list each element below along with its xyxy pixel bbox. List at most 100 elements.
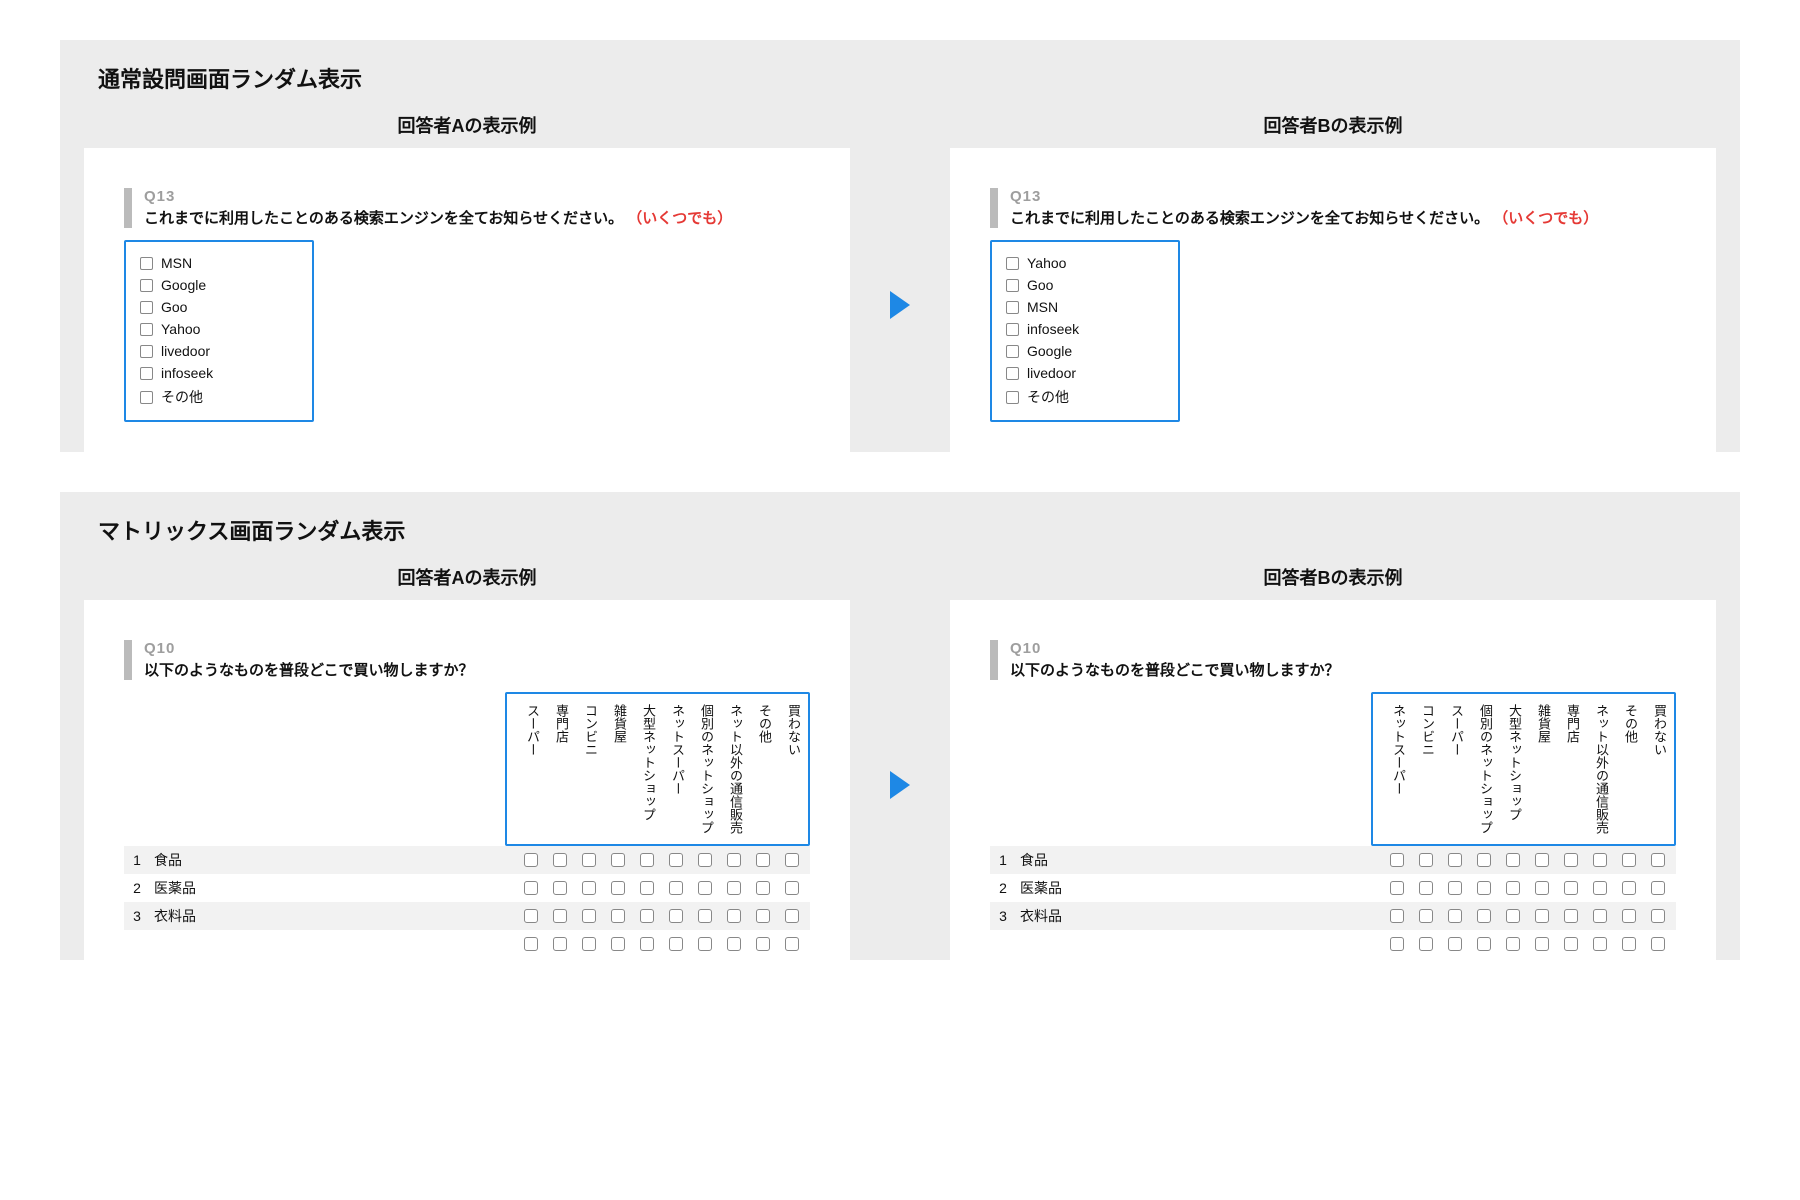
checkbox-icon[interactable]: [1390, 881, 1404, 895]
checkbox-icon[interactable]: [1006, 323, 1019, 336]
matrix-cell[interactable]: [1501, 881, 1525, 895]
matrix-cell[interactable]: [1617, 853, 1641, 867]
checkbox-icon[interactable]: [1564, 909, 1578, 923]
checkbox-icon[interactable]: [1448, 881, 1462, 895]
checkbox-icon[interactable]: [553, 853, 567, 867]
checkbox-icon[interactable]: [785, 881, 799, 895]
choice-option[interactable]: infoseek: [1006, 318, 1164, 340]
checkbox-icon[interactable]: [1419, 881, 1433, 895]
checkbox-icon[interactable]: [140, 257, 153, 270]
matrix-cell[interactable]: [577, 881, 601, 895]
matrix-cell[interactable]: [577, 853, 601, 867]
checkbox-icon[interactable]: [1477, 853, 1491, 867]
checkbox-icon[interactable]: [1419, 937, 1433, 951]
matrix-cell[interactable]: [606, 853, 630, 867]
checkbox-icon[interactable]: [582, 853, 596, 867]
matrix-cell[interactable]: [1646, 909, 1670, 923]
matrix-cell[interactable]: [1588, 881, 1612, 895]
matrix-cell[interactable]: [1530, 881, 1554, 895]
checkbox-icon[interactable]: [1448, 909, 1462, 923]
choice-option[interactable]: Yahoo: [140, 318, 298, 340]
matrix-cell[interactable]: [1385, 853, 1409, 867]
checkbox-icon[interactable]: [669, 881, 683, 895]
checkbox-icon[interactable]: [1622, 881, 1636, 895]
checkbox-icon[interactable]: [1006, 367, 1019, 380]
matrix-cell[interactable]: [1530, 909, 1554, 923]
matrix-cell[interactable]: [1472, 853, 1496, 867]
matrix-cell[interactable]: [1559, 881, 1583, 895]
checkbox-icon[interactable]: [1006, 391, 1019, 404]
matrix-cell[interactable]: [722, 909, 746, 923]
matrix-cell[interactable]: [751, 853, 775, 867]
checkbox-icon[interactable]: [1622, 853, 1636, 867]
matrix-cell[interactable]: [606, 909, 630, 923]
checkbox-icon[interactable]: [1535, 853, 1549, 867]
checkbox-icon[interactable]: [1593, 881, 1607, 895]
matrix-cell[interactable]: [635, 881, 659, 895]
checkbox-icon[interactable]: [727, 853, 741, 867]
choice-option[interactable]: livedoor: [1006, 362, 1164, 384]
checkbox-icon[interactable]: [1564, 881, 1578, 895]
checkbox-icon[interactable]: [582, 881, 596, 895]
checkbox-icon[interactable]: [1006, 279, 1019, 292]
choice-option[interactable]: livedoor: [140, 340, 298, 362]
checkbox-icon[interactable]: [727, 937, 741, 951]
matrix-cell[interactable]: [1559, 909, 1583, 923]
matrix-cell[interactable]: [1385, 909, 1409, 923]
matrix-cell[interactable]: [1501, 853, 1525, 867]
checkbox-icon[interactable]: [1006, 345, 1019, 358]
checkbox-icon[interactable]: [669, 853, 683, 867]
checkbox-icon[interactable]: [756, 881, 770, 895]
checkbox-icon[interactable]: [1006, 257, 1019, 270]
matrix-cell[interactable]: [780, 853, 804, 867]
matrix-cell[interactable]: [606, 881, 630, 895]
checkbox-icon[interactable]: [524, 909, 538, 923]
choice-option[interactable]: MSN: [140, 252, 298, 274]
checkbox-icon[interactable]: [1448, 937, 1462, 951]
checkbox-icon[interactable]: [553, 881, 567, 895]
matrix-cell[interactable]: [1443, 909, 1467, 923]
matrix-cell[interactable]: [635, 853, 659, 867]
checkbox-icon[interactable]: [524, 853, 538, 867]
matrix-cell[interactable]: [1414, 909, 1438, 923]
checkbox-icon[interactable]: [1506, 909, 1520, 923]
checkbox-icon[interactable]: [1390, 853, 1404, 867]
matrix-cell[interactable]: [1414, 853, 1438, 867]
matrix-cell[interactable]: [1646, 853, 1670, 867]
choice-option[interactable]: Goo: [1006, 274, 1164, 296]
matrix-cell[interactable]: [1588, 909, 1612, 923]
checkbox-icon[interactable]: [756, 853, 770, 867]
checkbox-icon[interactable]: [611, 881, 625, 895]
checkbox-icon[interactable]: [1651, 881, 1665, 895]
matrix-cell[interactable]: [1588, 853, 1612, 867]
choice-option[interactable]: その他: [140, 384, 298, 410]
choice-option[interactable]: infoseek: [140, 362, 298, 384]
matrix-cell[interactable]: [519, 881, 543, 895]
matrix-cell[interactable]: [693, 909, 717, 923]
checkbox-icon[interactable]: [611, 853, 625, 867]
matrix-cell[interactable]: [722, 881, 746, 895]
checkbox-icon[interactable]: [669, 937, 683, 951]
checkbox-icon[interactable]: [669, 909, 683, 923]
matrix-cell[interactable]: [1472, 909, 1496, 923]
matrix-cell[interactable]: [548, 853, 572, 867]
checkbox-icon[interactable]: [640, 937, 654, 951]
matrix-cell[interactable]: [1443, 853, 1467, 867]
checkbox-icon[interactable]: [756, 937, 770, 951]
checkbox-icon[interactable]: [140, 391, 153, 404]
matrix-cell[interactable]: [519, 909, 543, 923]
checkbox-icon[interactable]: [785, 937, 799, 951]
checkbox-icon[interactable]: [698, 909, 712, 923]
checkbox-icon[interactable]: [553, 909, 567, 923]
matrix-cell[interactable]: [1617, 881, 1641, 895]
checkbox-icon[interactable]: [1506, 881, 1520, 895]
checkbox-icon[interactable]: [1593, 937, 1607, 951]
matrix-cell[interactable]: [693, 853, 717, 867]
checkbox-icon[interactable]: [1651, 909, 1665, 923]
checkbox-icon[interactable]: [1564, 853, 1578, 867]
checkbox-icon[interactable]: [1651, 937, 1665, 951]
checkbox-icon[interactable]: [727, 881, 741, 895]
checkbox-icon[interactable]: [524, 937, 538, 951]
checkbox-icon[interactable]: [1622, 909, 1636, 923]
matrix-cell[interactable]: [664, 881, 688, 895]
